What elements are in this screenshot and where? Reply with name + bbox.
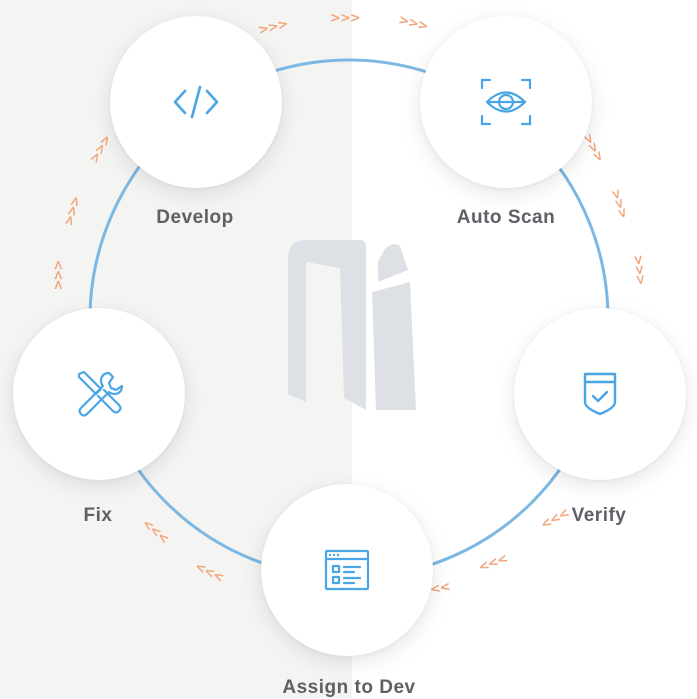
shield-check-icon bbox=[583, 372, 617, 416]
step-assign-label: Assign to Dev bbox=[282, 677, 416, 698]
workflow-diagram: >>> >>> >>> >>> >>> >>> <<< <<< <<< <<< … bbox=[0, 0, 697, 698]
flow-arrow: >>> bbox=[629, 253, 648, 286]
step-auto-scan-label: Auto Scan bbox=[456, 207, 556, 228]
step-assign-node bbox=[261, 484, 433, 656]
step-auto-scan-node bbox=[420, 16, 592, 188]
flow-arrow: >>> bbox=[330, 11, 361, 26]
browser-list-icon bbox=[324, 549, 370, 591]
tools-icon bbox=[77, 370, 124, 417]
ni-logo-mark bbox=[288, 240, 416, 410]
step-develop-node bbox=[110, 16, 282, 188]
step-verify-node bbox=[514, 308, 686, 480]
step-develop-label: Develop bbox=[156, 207, 234, 228]
step-verify-label: Verify bbox=[571, 505, 627, 526]
step-fix-label: Fix bbox=[83, 505, 113, 526]
eye-scan-icon bbox=[480, 78, 532, 126]
flow-arrow: >>> bbox=[51, 260, 67, 291]
code-icon bbox=[173, 85, 219, 119]
step-fix-node bbox=[13, 308, 185, 480]
